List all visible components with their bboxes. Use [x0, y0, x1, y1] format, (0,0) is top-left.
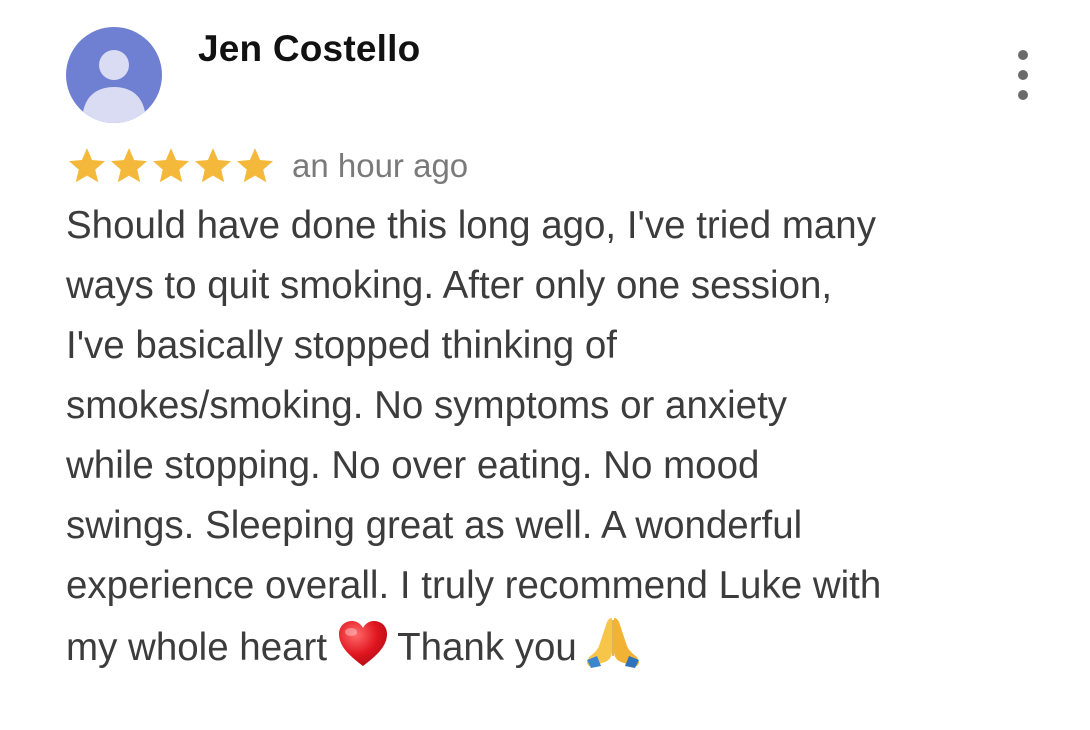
review-text-line: smokes/smoking. No symptoms or anxiety: [66, 384, 788, 427]
star-icon: [194, 148, 232, 183]
review-text-fragment: Thank you: [397, 626, 577, 669]
review-text-fragment: my whole heart: [66, 626, 328, 669]
red-heart-icon: [337, 620, 389, 686]
star-icon: [68, 148, 106, 183]
review-text-last-line: my whole heart Thank you: [66, 616, 1026, 686]
review-timestamp: an hour ago: [292, 147, 469, 184]
review-text-line: while stopping. No over eating. No mood: [66, 444, 760, 487]
review-text-line: I've basically stopped thinking of: [66, 324, 617, 367]
more-vertical-icon-dot: [1018, 70, 1028, 80]
star-icon: [110, 148, 148, 183]
more-vertical-icon-dot: [1018, 90, 1028, 100]
star-icon: [236, 148, 274, 183]
star-icon: [152, 148, 190, 183]
review-text-line: swings. Sleeping great as well. A wonder…: [66, 504, 803, 547]
reviewer-name[interactable]: Jen Costello: [198, 28, 420, 70]
review-card: Jen Costello an hour ago Should have don…: [0, 0, 1090, 730]
review-text-line: Should have done this long ago, I've tri…: [66, 204, 876, 247]
avatar[interactable]: [66, 27, 162, 123]
folded-hands-icon: [585, 616, 641, 686]
rating-row: an hour ago: [66, 142, 468, 190]
review-text: Should have done this long ago, I've tri…: [66, 196, 1026, 686]
person-silhouette-icon: [82, 50, 146, 123]
star-rating: [66, 145, 276, 187]
more-options-button[interactable]: [1008, 50, 1038, 100]
review-text-line: experience overall. I truly recommend Lu…: [66, 564, 882, 607]
review-text-line: ways to quit smoking. After only one ses…: [66, 264, 833, 307]
more-vertical-icon: [1018, 50, 1028, 60]
